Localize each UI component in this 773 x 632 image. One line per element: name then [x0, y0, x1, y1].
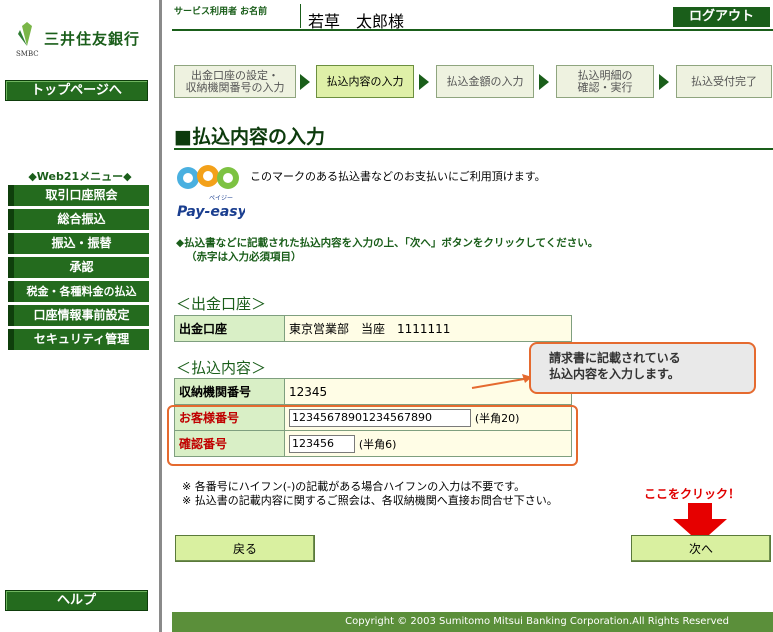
- instruction-required-note: （赤字は入力必須項目）: [186, 251, 302, 263]
- step-arrow-icon: [539, 74, 549, 90]
- step-label: 出金口座の設定・ 収納機関番号の入力: [185, 68, 285, 94]
- payeasy-icon: ペイジー Pay-easy: [177, 165, 248, 220]
- back-button[interactable]: 戻る: [175, 535, 315, 562]
- footer-copyright: Copyright © 2003 Sumitomo Mitsui Banking…: [172, 612, 773, 632]
- institution-number-label: 収納機関番号: [174, 378, 285, 405]
- help-button[interactable]: ヘルプ: [5, 590, 148, 611]
- top-page-button[interactable]: トップページへ: [5, 80, 148, 101]
- bank-abbr: SMBC: [16, 50, 39, 58]
- header-divider: [300, 4, 301, 28]
- click-here-label: ここをクリック！: [644, 487, 741, 501]
- title-rule: [174, 148, 773, 150]
- callout-tip: 請求書に記載されている 払込内容を入力します。: [529, 342, 756, 394]
- instruction-line: ◆払込書などに記載された払込内容を入力の上、「次へ」ボタンをクリックしてください…: [176, 237, 599, 249]
- sidebar-item-security[interactable]: セキュリティ管理: [8, 329, 149, 350]
- step-arrow-icon: [419, 74, 429, 90]
- user-label: サービス利用者 お名前: [174, 7, 268, 17]
- payeasy-logo: ペイジー Pay-easy: [175, 160, 248, 220]
- section-heading-payment: ＜払込内容＞: [176, 359, 267, 377]
- step-complete: 払込受付完了: [676, 65, 772, 98]
- section-heading-account: ＜出金口座＞: [176, 295, 267, 313]
- step-payment-details: 払込内容の入力: [316, 65, 414, 98]
- step-label: 払込金額の入力: [446, 74, 524, 88]
- step-confirm: 払込明細の 確認・実行: [556, 65, 654, 98]
- sidebar-item-account-presets[interactable]: 口座情報事前設定: [8, 305, 149, 326]
- logout-button[interactable]: ログアウト: [673, 7, 770, 27]
- note-line: ※ 払込書の記載内容に関するご照会は、各収納機関へ直接お問合せ下さい。: [182, 494, 558, 507]
- header-rule: [172, 29, 773, 31]
- smbc-leaf-icon: [18, 22, 32, 46]
- bank-name: 三井住友銀行: [44, 30, 141, 48]
- sidebar-item-account-inquiry[interactable]: 取引口座照会: [8, 185, 149, 206]
- payeasy-wordmark: Pay-easy: [177, 204, 245, 220]
- step-label: 払込明細の 確認・実行: [577, 68, 633, 94]
- notes: ※ 各番号にハイフン(-)の記載がある場合ハイフンの入力は不要です。 ※ 払込書…: [182, 480, 558, 508]
- account-value: 東京営業部 当座 1111111: [284, 315, 572, 342]
- instruction-text: ◆払込書などに記載された払込内容を入力の上、「次へ」ボタンをクリックしてください…: [176, 236, 598, 264]
- sidebar-item-bulk-transfer[interactable]: 総合振込: [8, 209, 149, 230]
- step-label: 払込内容の入力: [326, 74, 404, 88]
- bank-logo: 三井住友銀行 SMBC: [14, 22, 154, 62]
- highlight-box: [167, 405, 578, 466]
- sidebar-item-transfer[interactable]: 振込・振替: [8, 233, 149, 254]
- account-table: 出金口座 東京営業部 当座 1111111: [174, 315, 572, 342]
- progress-steps: 出金口座の設定・ 収納機関番号の入力 払込内容の入力 払込金額の入力 払込明細の…: [174, 65, 773, 98]
- payeasy-description: このマークのある払込書などのお支払いにご利用頂けます。: [250, 170, 546, 183]
- step-arrow-icon: [659, 74, 669, 90]
- step-arrow-icon: [300, 74, 310, 90]
- payeasy-kana: ペイジー: [209, 195, 233, 202]
- sidebar-menu: 取引口座照会 総合振込 振込・振替 承認 税金・各種料金の払込 口座情報事前設定…: [8, 185, 149, 353]
- step-source-account: 出金口座の設定・ 収納機関番号の入力: [174, 65, 296, 98]
- table-row: 出金口座 東京営業部 当座 1111111: [174, 315, 572, 342]
- sidebar-item-tax-payment[interactable]: 税金・各種料金の払込: [8, 281, 149, 302]
- callout-line: 払込内容を入力します。: [549, 367, 680, 381]
- next-button[interactable]: 次へ: [631, 535, 771, 562]
- menu-title: ◆Web21メニュー◆: [28, 170, 132, 183]
- note-line: ※ 各番号にハイフン(-)の記載がある場合ハイフンの入力は不要です。: [182, 480, 526, 493]
- sidebar-divider: [159, 0, 162, 632]
- callout-line: 請求書に記載されている: [549, 351, 681, 365]
- page-title: ■払込内容の入力: [174, 126, 325, 148]
- sidebar: 三井住友銀行 SMBC トップページへ ◆Web21メニュー◆ 取引口座照会 総…: [0, 0, 163, 632]
- account-label: 出金口座: [174, 315, 285, 342]
- step-payment-amount: 払込金額の入力: [436, 65, 534, 98]
- step-label: 払込受付完了: [691, 74, 757, 88]
- sidebar-item-approval[interactable]: 承認: [8, 257, 149, 278]
